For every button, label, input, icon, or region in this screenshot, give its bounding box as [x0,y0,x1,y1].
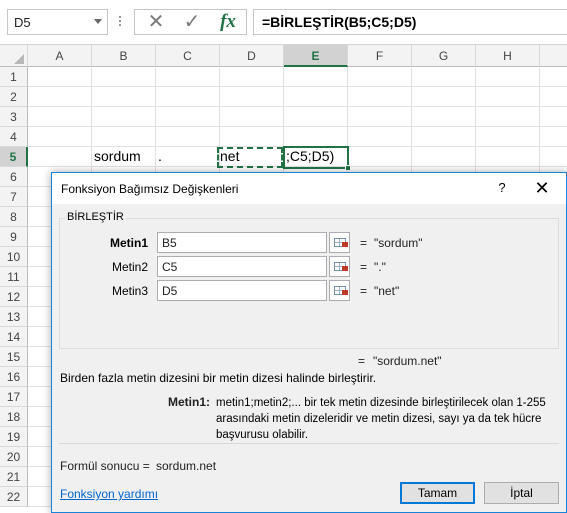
fill-handle[interactable] [345,165,351,171]
column-headers: ABCDEFGH [0,45,567,67]
row-header-15[interactable]: 15 [0,347,28,367]
arg-input-metin2[interactable]: C5 [157,256,327,277]
cell-b5[interactable]: sordum [94,148,141,164]
range-select-icon[interactable] [329,280,350,301]
formula-result-value: sordum.net [156,459,217,473]
formula-input[interactable]: =BİRLEŞTİR(B5;C5;D5) [253,9,567,35]
cell-d5[interactable]: net [220,148,239,164]
row-header-22[interactable]: 22 [0,487,28,507]
row-header-18[interactable]: 18 [0,407,28,427]
cell-e5[interactable]: ;C5;D5) [286,148,334,164]
check-icon[interactable]: ✓ [179,12,205,32]
result-preview: "sordum.net" [373,354,442,368]
arg-equals: = [360,284,368,298]
row-header-2[interactable]: 2 [0,87,28,107]
name-box[interactable]: D5 [7,9,108,35]
row-header-8[interactable]: 8 [0,207,28,227]
row-header-1[interactable]: 1 [0,67,28,87]
dialog-title: Fonksiyon Bağımsız Değişkenleri [61,182,239,196]
arguments-group: BİRLEŞTİR Metin1 B5 = "sordum" Metin2 C5… [59,211,560,349]
cancel-button[interactable]: İptal [484,482,559,504]
row-header-14[interactable]: 14 [0,327,28,347]
arg-row-metin1: Metin1 B5 = "sordum" [60,232,560,254]
arg-description-text: metin1;metin2;... bir tek metin dizesind… [216,397,546,441]
function-name: BİRLEŞTİR [65,211,126,223]
arg-label: Metin2 [111,260,148,274]
select-all-button[interactable] [0,45,28,67]
row-header-7[interactable]: 7 [0,187,28,207]
arg-description-name: Metin1: [168,395,210,409]
name-box-value: D5 [14,15,31,30]
column-header-g[interactable]: G [412,45,476,67]
row-header-11[interactable]: 11 [0,267,28,287]
column-header-h[interactable]: H [476,45,540,67]
formula-result-label: Formül sonucu = [60,459,150,473]
function-description: Birden fazla metin dizesini bir metin di… [60,371,377,385]
row-header-4[interactable]: 4 [0,127,28,147]
column-header-e[interactable]: E [284,45,348,67]
close-icon[interactable]: ✕ [530,176,554,200]
arg-result: "net" [374,284,400,298]
arg-label: Metin1 [109,236,148,250]
column-header-d[interactable]: D [220,45,284,67]
arg-row-metin3: Metin3 D5 = "net" [60,280,560,302]
row-header-21[interactable]: 21 [0,467,28,487]
arg-equals: = [360,260,368,274]
row-header-10[interactable]: 10 [0,247,28,267]
function-arguments-dialog: Fonksiyon Bağımsız Değişkenleri ? ✕ BİRL… [51,172,567,513]
cell-c5[interactable]: . [158,148,162,164]
row-header-20[interactable]: 20 [0,447,28,467]
row-header-3[interactable]: 3 [0,107,28,127]
arg-row-metin2: Metin2 C5 = "." [60,256,560,278]
row-header-16[interactable]: 16 [0,367,28,387]
row-header-9[interactable]: 9 [0,227,28,247]
arg-result: "sordum" [374,236,423,250]
arg-equals: = [360,236,368,250]
formula-bar: D5 ✕ ✓ fx =BİRLEŞTİR(B5;C5;D5) [0,0,567,45]
help-icon[interactable]: ? [492,177,512,199]
arg-input-metin1[interactable]: B5 [157,232,327,253]
row-header-5[interactable]: 5 [0,147,28,167]
row-header-17[interactable]: 17 [0,387,28,407]
column-header-a[interactable]: A [28,45,92,67]
formula-buttons: ✕ ✓ fx [134,9,247,35]
ok-button[interactable]: Tamam [400,482,475,504]
result-equals: = [358,354,366,368]
insert-function-icon[interactable]: fx [215,12,241,32]
chevron-down-icon[interactable] [94,19,102,24]
range-select-icon[interactable] [329,256,350,277]
arg-label: Metin3 [111,284,148,298]
divider [59,443,559,444]
arg-input-metin3[interactable]: D5 [157,280,327,301]
column-header-b[interactable]: B [92,45,156,67]
range-select-icon[interactable] [329,232,350,253]
dialog-titlebar[interactable]: Fonksiyon Bağımsız Değişkenleri ? ✕ [52,173,566,204]
row-header-12[interactable]: 12 [0,287,28,307]
column-header-f[interactable]: F [348,45,412,67]
formula-text: =BİRLEŞTİR(B5;C5;D5) [262,14,417,30]
function-help-link[interactable]: Fonksiyon yardımı [60,487,158,501]
column-header-c[interactable]: C [156,45,220,67]
row-header-13[interactable]: 13 [0,307,28,327]
row-header-6[interactable]: 6 [0,167,28,187]
row-header-19[interactable]: 19 [0,427,28,447]
cancel-icon[interactable]: ✕ [143,12,169,32]
arg-result: "." [374,260,386,274]
drag-handle-icon[interactable] [118,14,122,32]
